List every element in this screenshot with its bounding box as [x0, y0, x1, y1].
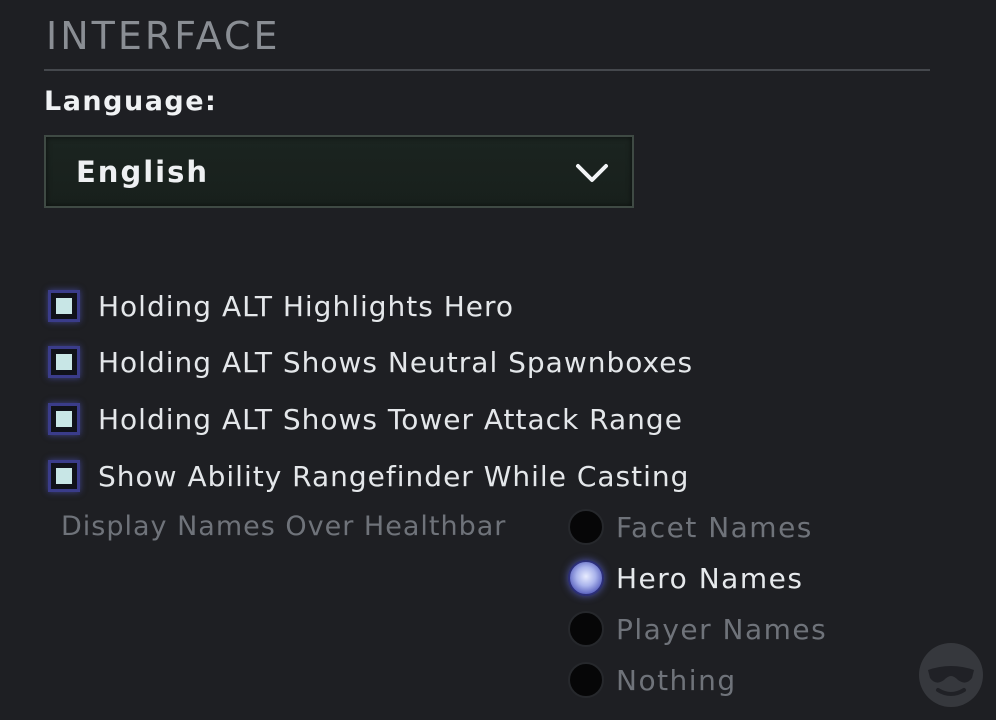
radio-label: Hero Names	[616, 561, 804, 595]
radio-button[interactable]	[568, 611, 604, 647]
checkbox-checked-mark	[56, 411, 72, 427]
chevron-down-icon	[576, 164, 608, 182]
checkbox-row-ability-rangefinder[interactable]: Show Ability Rangefinder While Casting	[48, 456, 689, 496]
checkbox-row-tower-attack-range[interactable]: Holding ALT Shows Tower Attack Range	[48, 399, 683, 439]
radio-label: Nothing	[616, 663, 737, 697]
checkbox-row-neutral-spawnboxes[interactable]: Holding ALT Shows Neutral Spawnboxes	[48, 342, 693, 382]
checkbox[interactable]	[48, 460, 80, 492]
language-dropdown-value: English	[76, 155, 210, 189]
checkbox[interactable]	[48, 346, 80, 378]
sunglasses-logo-icon	[919, 643, 983, 707]
radio-option-facet-names[interactable]: Facet Names	[568, 507, 813, 547]
checkbox-row-highlight-hero[interactable]: Holding ALT Highlights Hero	[48, 286, 514, 326]
checkbox[interactable]	[48, 290, 80, 322]
checkbox-checked-mark	[56, 298, 72, 314]
radio-button[interactable]	[568, 662, 604, 698]
checkbox[interactable]	[48, 403, 80, 435]
checkbox-label: Holding ALT Shows Tower Attack Range	[98, 402, 683, 436]
radio-label: Player Names	[616, 612, 828, 646]
radio-option-player-names[interactable]: Player Names	[568, 609, 827, 649]
radio-button-selected[interactable]	[568, 560, 604, 596]
checkbox-checked-mark	[56, 468, 72, 484]
language-dropdown[interactable]: English	[44, 135, 634, 208]
radio-option-nothing[interactable]: Nothing	[568, 660, 737, 700]
display-names-label: Display Names Over Healthbar	[61, 511, 507, 542]
checkbox-label: Show Ability Rangefinder While Casting	[98, 459, 690, 493]
radio-button[interactable]	[568, 509, 604, 545]
section-divider	[44, 69, 930, 71]
checkbox-label: Holding ALT Shows Neutral Spawnboxes	[98, 345, 694, 379]
language-label: Language:	[44, 86, 218, 117]
section-title: INTERFACE	[46, 14, 281, 58]
radio-label: Facet Names	[616, 510, 813, 544]
checkbox-label: Holding ALT Highlights Hero	[98, 289, 515, 323]
checkbox-checked-mark	[56, 354, 72, 370]
radio-option-hero-names[interactable]: Hero Names	[568, 558, 803, 598]
